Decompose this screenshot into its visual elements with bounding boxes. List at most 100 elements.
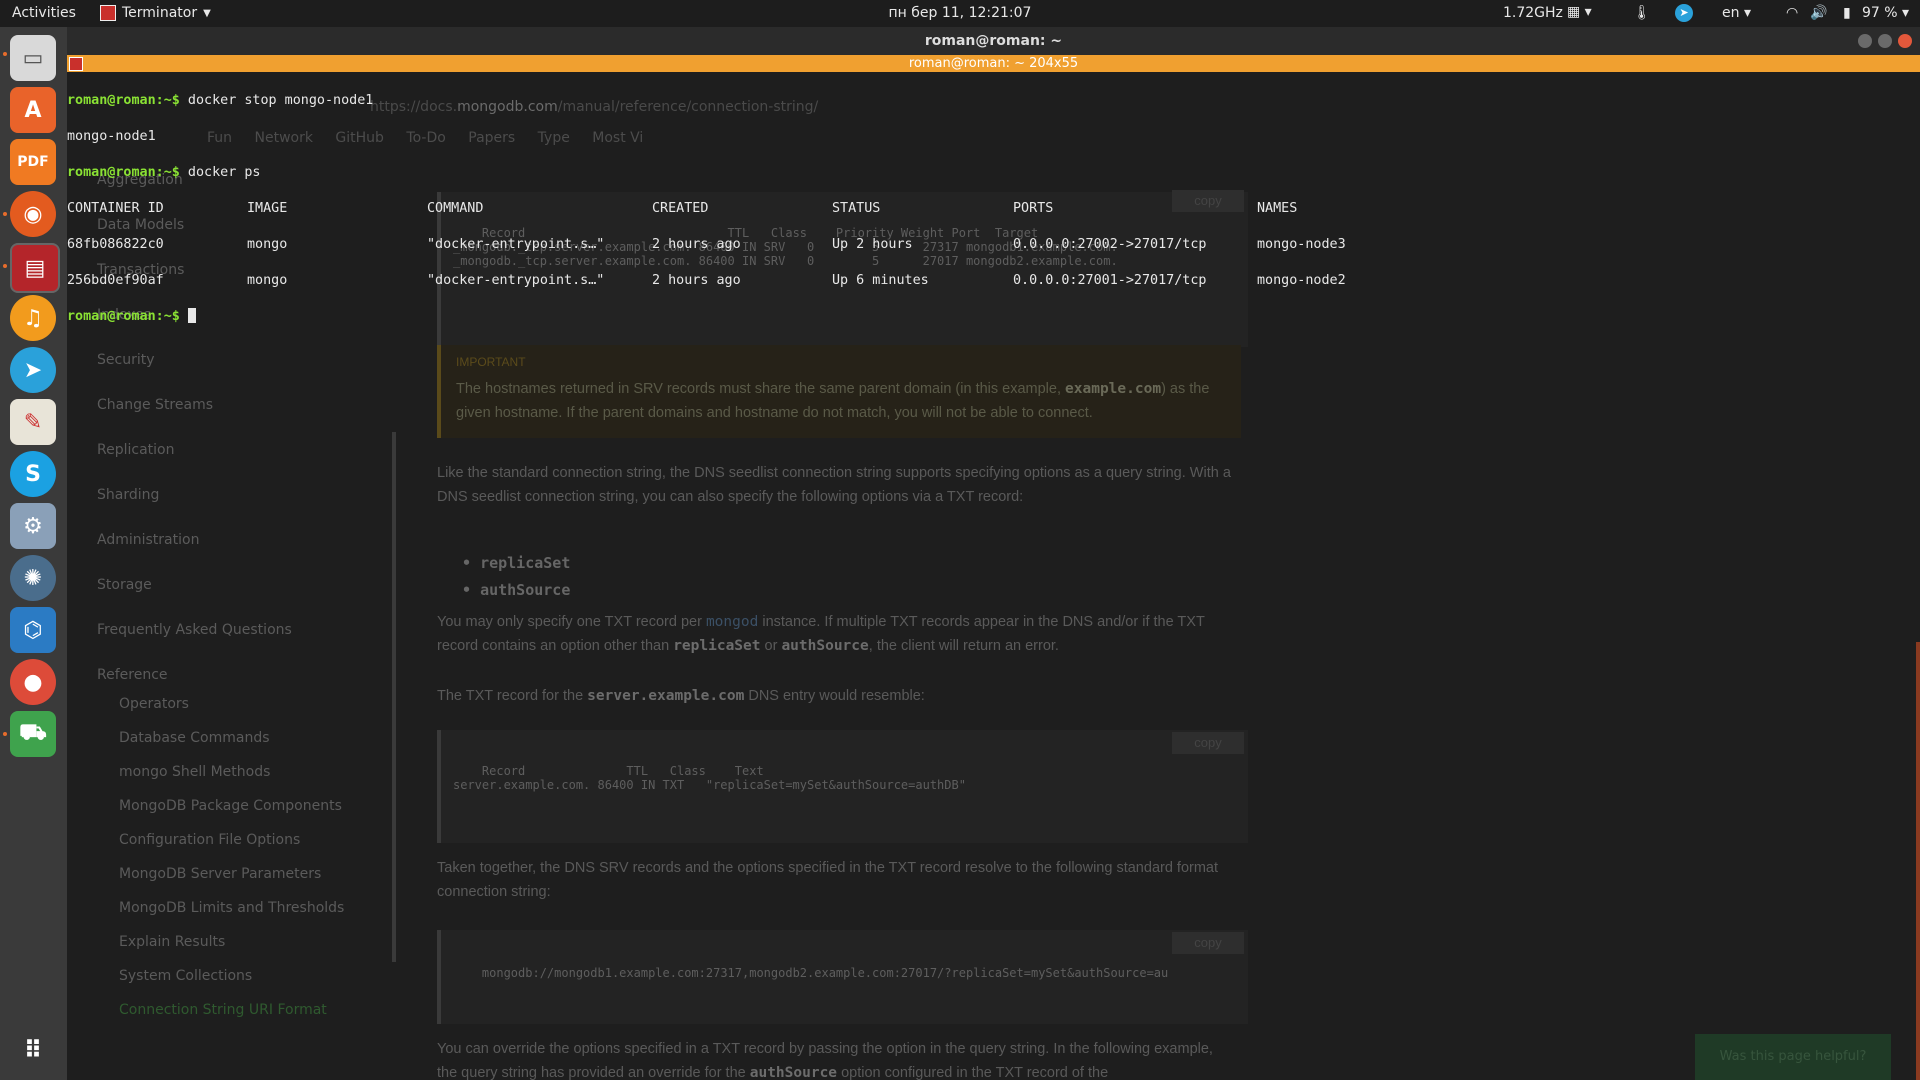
inline-code: authSource xyxy=(781,638,869,654)
sidebar-subitem: Explain Results xyxy=(119,934,226,950)
sidebar-subitem: System Collections xyxy=(119,968,253,984)
clock[interactable]: пн бер 11, 12:21:07 xyxy=(889,5,1032,21)
prompt: roman@roman:~$ xyxy=(67,309,180,324)
sidebar-subitem: Database Commands xyxy=(119,730,270,746)
battery-icon[interactable]: ▮ xyxy=(1843,5,1851,21)
terminator-icon xyxy=(69,57,83,71)
telegram-icon[interactable]: ➤ xyxy=(10,347,56,393)
ps-cell: mongo xyxy=(247,273,288,288)
volume-icon[interactable]: 🔊 xyxy=(1810,5,1827,21)
mongod-link: mongod xyxy=(705,614,759,630)
window-controls xyxy=(1858,34,1912,48)
dock: ▭ A PDF ◉ ▤ ♫ ➤ ✎ S ⚙ ✺ ⌬ ● ⛟ ⠿ xyxy=(0,27,67,1080)
vscode-icon[interactable]: ⌬ xyxy=(10,607,56,653)
ps-cell: 0.0.0.0:27001->27017/tcp xyxy=(1013,273,1207,288)
software-center-icon[interactable]: A xyxy=(10,87,56,133)
important-text: The hostnames returned in SRV records mu… xyxy=(456,377,1226,425)
ps-header-row: CONTAINER ID IMAGE COMMAND CREATED STATU… xyxy=(67,200,1920,218)
paragraph-text: DNS entry would resemble: xyxy=(744,688,925,704)
sidebar-subitem: mongo Shell Methods xyxy=(119,764,271,780)
gnome-shell-icon[interactable]: ✺ xyxy=(10,555,56,601)
sidebar-item: Security xyxy=(97,352,155,368)
close-icon[interactable] xyxy=(1898,34,1912,48)
mongodb-compass-icon[interactable]: ⛟ xyxy=(10,711,56,757)
window-titlebar[interactable]: roman@roman: ~ xyxy=(67,27,1920,55)
app-menu-label: Terminator xyxy=(122,5,198,21)
show-applications-icon[interactable]: ⠿ xyxy=(10,1027,56,1073)
ps-cell: mongo-node2 xyxy=(1257,273,1346,288)
ps-row: 256bd0ef90af mongo "docker-entrypoint.s…… xyxy=(67,272,1920,290)
copy-button: copy xyxy=(1172,932,1244,954)
important-text-a: The hostnames returned in SRV records mu… xyxy=(456,381,1066,397)
txt-record-text: Record TTL Class Text server.example.com… xyxy=(453,764,966,792)
paragraph-text: You may only specify one TXT record per xyxy=(437,614,706,630)
rhythmbox-icon[interactable]: ♫ xyxy=(10,295,56,341)
sidebar-subitem-active: Connection String URI Format xyxy=(119,1002,327,1018)
cpu-chevron-icon[interactable]: ▦ ▾ xyxy=(1567,4,1592,20)
firefox-icon[interactable]: ◉ xyxy=(10,191,56,237)
inline-code: authSource xyxy=(749,1065,838,1080)
terminal-line: roman@roman:~$ docker ps xyxy=(67,164,1920,182)
list-item: • authSource xyxy=(462,581,571,599)
minimize-icon[interactable] xyxy=(1858,34,1872,48)
terminal-titlebar[interactable]: roman@roman: ~ 204x55 xyxy=(67,55,1920,72)
list-item: • replicaSet xyxy=(462,554,571,572)
sidebar-item: Administration xyxy=(97,532,200,548)
app-menu[interactable]: Terminator ▼ xyxy=(100,5,211,21)
ps-header: IMAGE xyxy=(247,201,288,216)
terminator-icon[interactable]: ▤ xyxy=(10,243,60,293)
prompt: roman@roman:~$ xyxy=(67,165,180,180)
chevron-down-icon: ▼ xyxy=(203,7,211,19)
wifi-icon[interactable]: ◠ xyxy=(1786,5,1798,21)
ps-cell: 68fb086822c0 xyxy=(67,237,164,252)
list-item-text: authSource xyxy=(480,581,571,599)
paragraph-text: , the client will return an error. xyxy=(868,638,1059,654)
page-scrollbar xyxy=(1916,642,1920,1080)
command xyxy=(180,309,188,324)
ps-cell: mongo-node3 xyxy=(1257,237,1346,252)
telegram-tray-icon[interactable]: ➤ xyxy=(1675,4,1693,22)
sidebar-subitem: MongoDB Limits and Thresholds xyxy=(119,900,345,916)
text-editor-icon[interactable]: ✎ xyxy=(10,399,56,445)
maximize-icon[interactable] xyxy=(1878,34,1892,48)
battery-level[interactable]: 97 % ▾ xyxy=(1862,5,1909,21)
terminator-app-icon xyxy=(100,5,116,21)
list-item-text: replicaSet xyxy=(480,554,571,572)
ps-header: STATUS xyxy=(832,201,881,216)
paragraph: You can override the options specified i… xyxy=(437,1037,1237,1080)
command: docker stop mongo-node1 xyxy=(179,93,374,108)
paragraph: The TXT record for the server.example.co… xyxy=(437,684,1237,708)
copy-button: copy xyxy=(1172,732,1244,754)
options-list: • replicaSet • authSource xyxy=(462,550,570,604)
terminal-line: roman@roman:~$ docker stop mongo-node1 xyxy=(67,92,1920,110)
terminal-line: mongo-node1 xyxy=(67,129,156,144)
terminal-output[interactable]: roman@roman:~$ docker stop mongo-node1 m… xyxy=(67,74,1920,344)
keyboard-layout[interactable]: en ▾ xyxy=(1722,5,1751,21)
ps-row: 68fb086822c0 mongo "docker-entrypoint.s…… xyxy=(67,236,1920,254)
cpu-frequency[interactable]: 1.72GHz xyxy=(1503,5,1563,21)
thermometer-icon[interactable]: 🌡 xyxy=(1633,5,1651,21)
ps-header: COMMAND xyxy=(427,201,484,216)
ps-cell: 2 hours ago xyxy=(652,237,741,252)
skype-icon[interactable]: S xyxy=(10,451,56,497)
top-bar: Activities Terminator ▼ пн бер 11, 12:21… xyxy=(0,0,1920,27)
pdf-editor-icon[interactable]: PDF xyxy=(10,139,56,185)
sidebar-subitem: MongoDB Server Parameters xyxy=(119,866,322,882)
code-block-connstr: copy mongodb://mongodb1.example.com:27317… xyxy=(437,930,1248,1024)
important-label: IMPORTANT xyxy=(456,355,526,369)
prompt: roman@roman:~$ xyxy=(67,93,180,108)
system-tools-icon[interactable]: ⚙ xyxy=(10,503,56,549)
ps-cell: mongo xyxy=(247,237,288,252)
inline-code: example.com xyxy=(1065,381,1162,397)
chrome-icon[interactable]: ● xyxy=(10,659,56,705)
ps-cell: Up 6 minutes xyxy=(832,273,929,288)
files-icon[interactable]: ▭ xyxy=(10,35,56,81)
ps-cell: "docker-entrypoint.s…" xyxy=(427,237,605,252)
feedback-button: Was this page helpful? xyxy=(1695,1034,1891,1080)
sidebar-item: Sharding xyxy=(97,487,160,503)
battery-level-label: 97 % xyxy=(1862,5,1898,21)
running-indicator xyxy=(3,212,7,216)
activities-button[interactable]: Activities xyxy=(12,5,76,21)
terminal-title: roman@roman: ~ 204x55 xyxy=(908,56,1079,71)
running-indicator xyxy=(3,52,7,56)
